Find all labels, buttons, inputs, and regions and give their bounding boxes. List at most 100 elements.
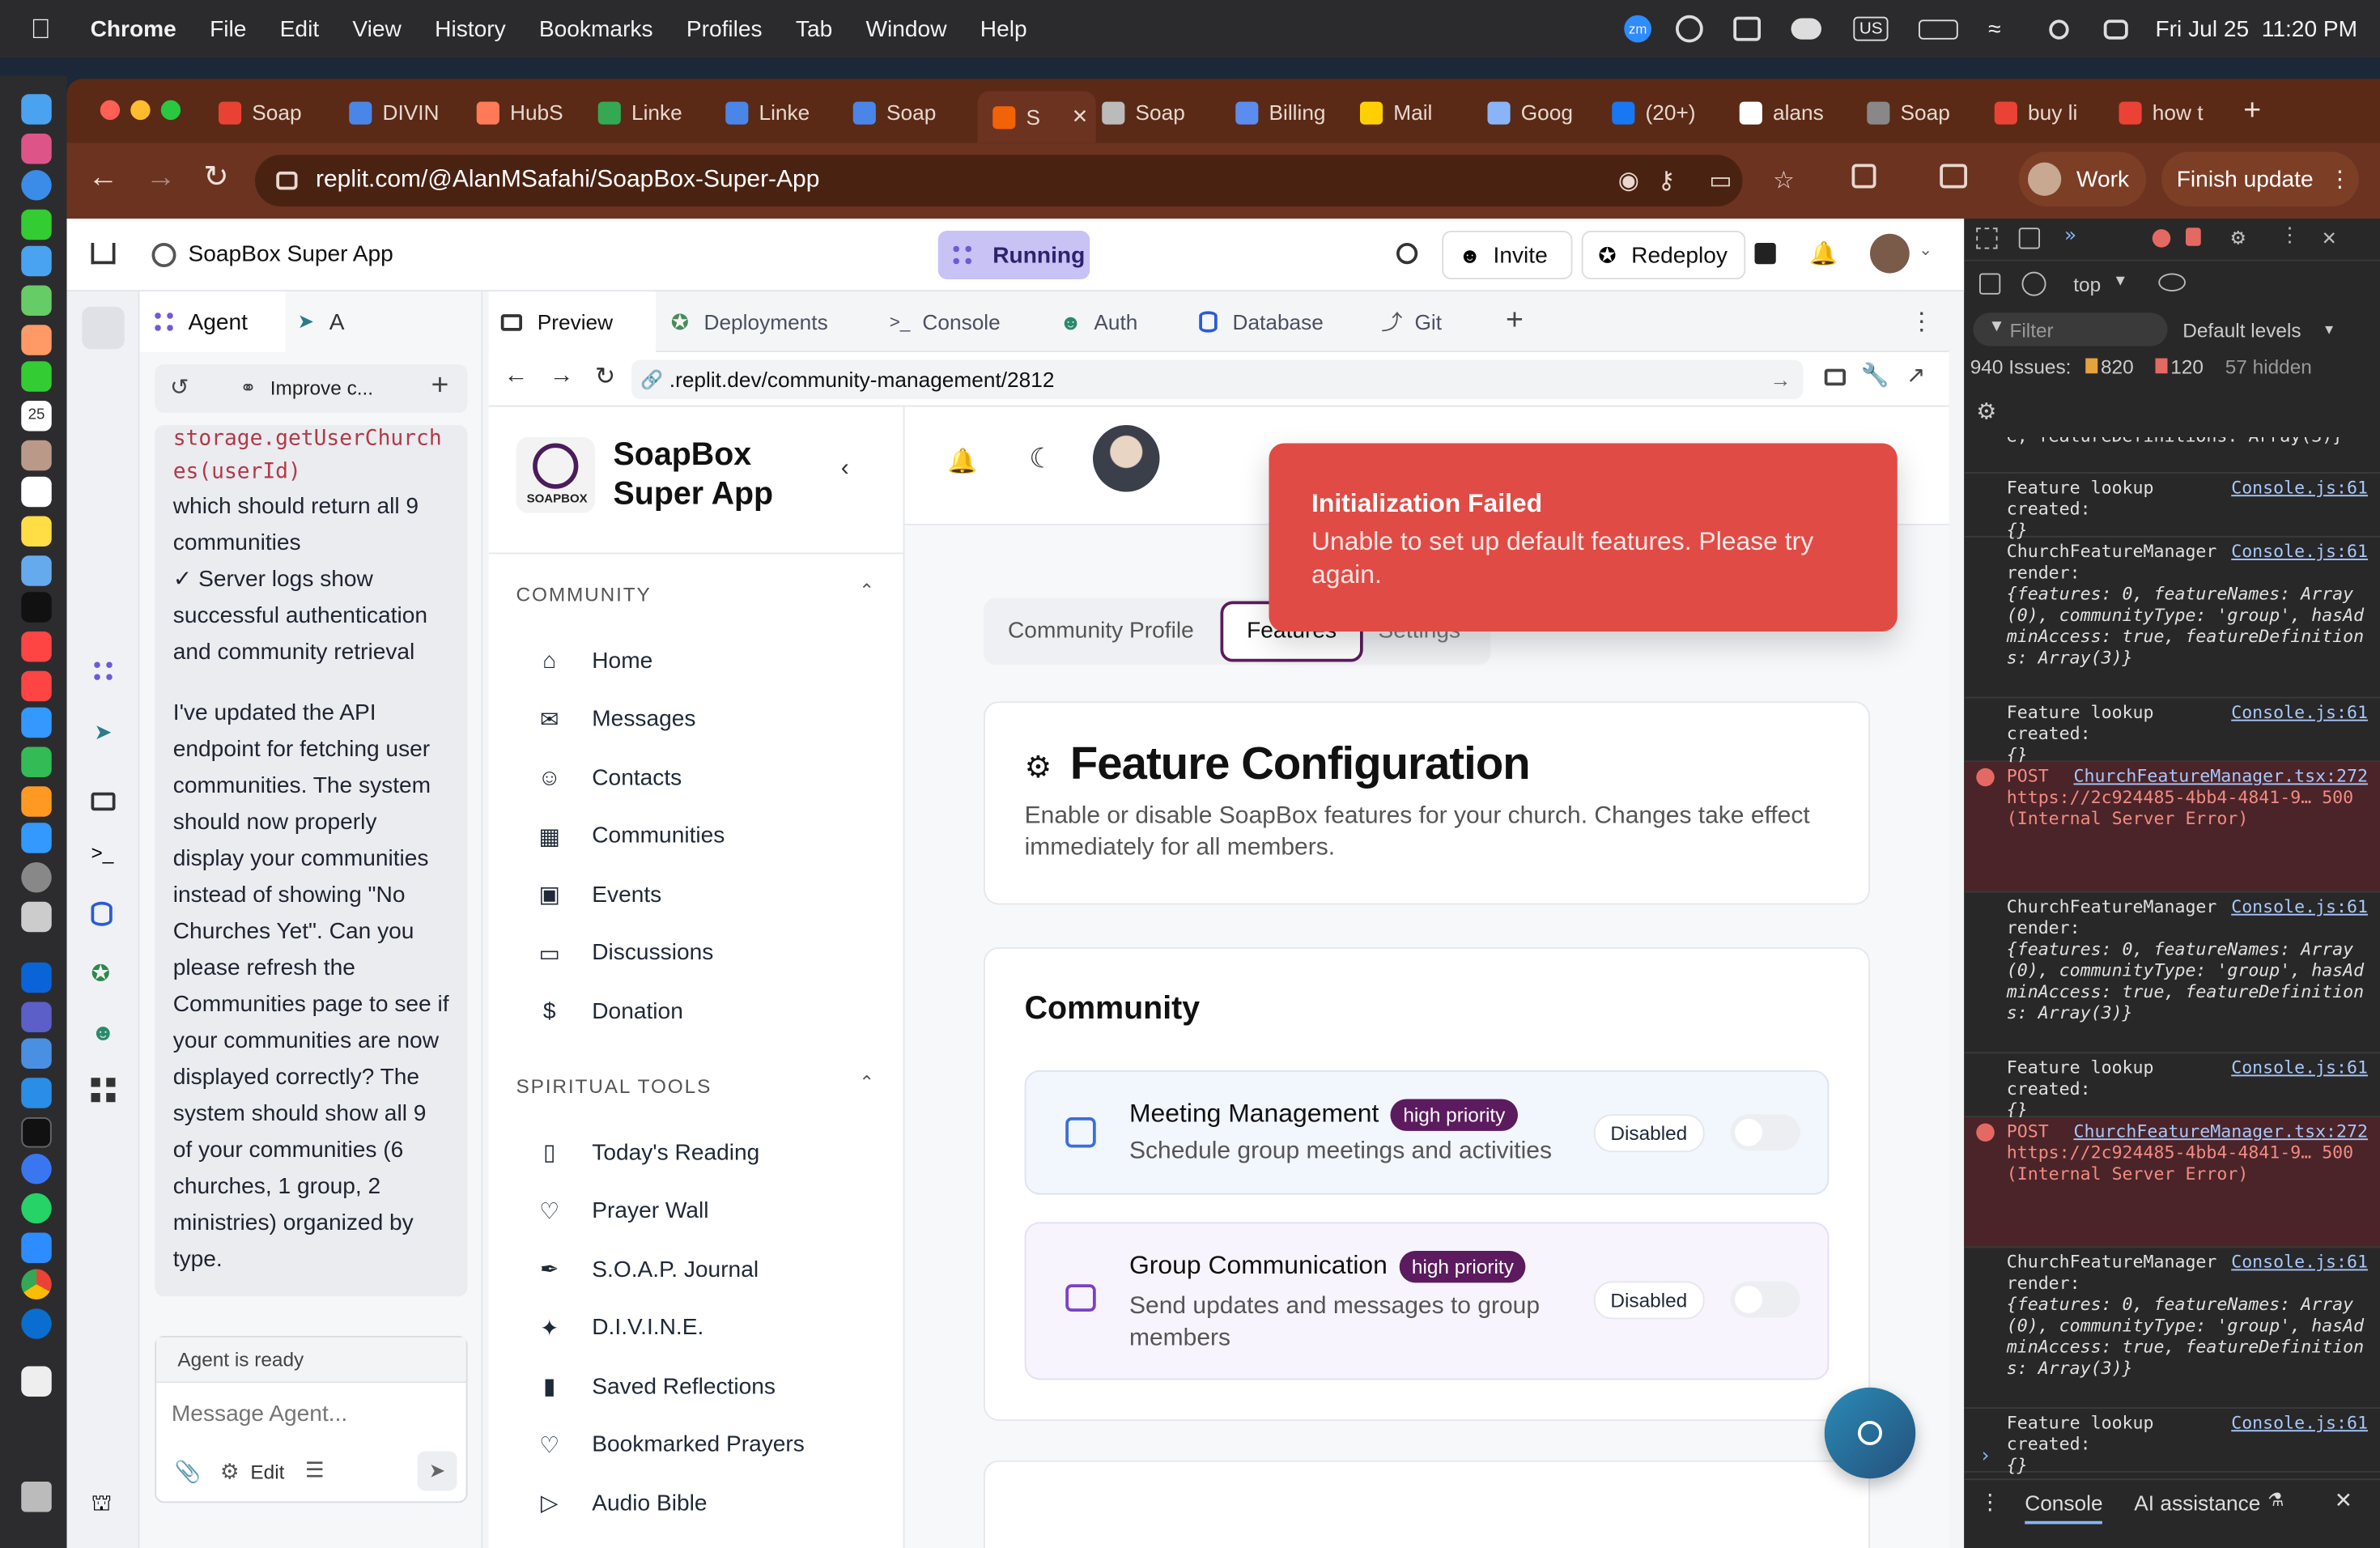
preview-reload-icon[interactable]: ↻ <box>595 361 615 392</box>
control-center-icon[interactable] <box>2103 19 2128 39</box>
console-tool-icon[interactable]: >_ <box>91 841 114 864</box>
keynote-icon[interactable] <box>21 707 52 738</box>
drawer-ai-tab[interactable]: AI assistance <box>2134 1491 2260 1515</box>
notes-icon[interactable] <box>21 516 52 546</box>
omnibox[interactable]: replit.com/@AlanMSafahi/SoapBox-Super-Ap… <box>255 155 1795 206</box>
news-icon[interactable] <box>21 670 52 702</box>
deployments-tool-icon[interactable]: ✪ <box>91 959 111 987</box>
new-thread-icon[interactable]: + <box>431 369 449 404</box>
log-object[interactable]: {} <box>2007 1454 2368 1475</box>
search-icon[interactable] <box>1396 243 1418 265</box>
console-log-entry[interactable]: Console.js:61 ChurchFeatureManager render… <box>1964 1248 2380 1409</box>
history-icon[interactable]: ↺ <box>170 373 189 401</box>
source-link[interactable]: ChurchFeatureManager.tsx:272 <box>2073 1121 2368 1142</box>
password-key-icon[interactable]: ⚷ <box>1658 165 1676 196</box>
reminders-icon[interactable] <box>21 476 52 508</box>
tab-preview[interactable]: Preview <box>488 291 656 352</box>
outlook-icon[interactable] <box>21 962 52 993</box>
menu-tab[interactable]: Tab <box>796 16 832 42</box>
apple-icon[interactable]:  <box>31 13 51 45</box>
warning-count-icon[interactable] <box>2186 228 2201 246</box>
devtools-wrench-icon[interactable]: 🔧 <box>1861 361 1889 389</box>
browser-tab[interactable]: HubS <box>476 91 593 134</box>
chevron-down-icon[interactable]: ⌄ <box>1919 240 1932 260</box>
browser-tab[interactable]: Linke <box>725 91 841 134</box>
signal-icon[interactable] <box>21 1154 52 1184</box>
sidebar-item[interactable]: ☺ Contacts <box>534 748 682 806</box>
keyboard-input-indicator[interactable]: US <box>1853 16 1889 41</box>
database-tool-icon[interactable] <box>91 901 113 926</box>
devtools-menu-icon[interactable]: ⋮ <box>2280 225 2299 248</box>
source-link[interactable]: Console.js:61 <box>2231 477 2368 498</box>
log-levels-chevron-icon[interactable]: ▼ <box>2323 322 2336 338</box>
menu-view[interactable]: View <box>352 16 401 42</box>
tv-icon[interactable] <box>21 592 52 623</box>
location-icon[interactable]: ◉ <box>1618 165 1639 196</box>
browser-tab[interactable]: Goog <box>1487 91 1604 134</box>
battery-icon[interactable] <box>1919 19 1958 39</box>
close-window-button[interactable] <box>100 100 121 121</box>
sidebar-item[interactable]: ▣ Events <box>534 865 661 923</box>
tab-git[interactable]: ⤴ Git <box>1381 291 1442 352</box>
browser-tab[interactable]: Soap <box>1867 91 1983 134</box>
tab-deployments[interactable]: ✪ Deployments <box>671 291 828 352</box>
section-community-chevron-icon[interactable]: ⌃ <box>859 580 874 601</box>
whatsapp-icon[interactable] <box>21 1193 52 1224</box>
redeploy-button[interactable]: ✪ Redeploy <box>1581 231 1746 279</box>
sidebar-item[interactable]: ▷ Audio Bible <box>534 1474 708 1532</box>
auth-tool-icon[interactable]: ☻ <box>91 1020 116 1046</box>
photos-icon[interactable] <box>21 325 52 355</box>
collapse-sidebar-icon[interactable]: ‹ <box>841 456 849 483</box>
teams-icon[interactable] <box>21 1002 52 1032</box>
open-new-tab-icon[interactable]: ↗ <box>1906 361 1926 389</box>
forward-icon[interactable]: → <box>146 161 176 196</box>
error-count-icon[interactable] <box>2152 229 2171 248</box>
maps-icon[interactable] <box>21 285 52 316</box>
browser-tab[interactable]: DIVIN <box>349 91 465 134</box>
sidebar-item[interactable]: ♡ Prayer Wall <box>534 1182 708 1240</box>
browser-tab[interactable]: (20+) <box>1612 91 1728 134</box>
browser-tab[interactable]: Soap <box>219 91 334 134</box>
attach-icon[interactable]: 📎 <box>175 1459 202 1485</box>
section-spiritual-chevron-icon[interactable]: ⌃ <box>859 1072 874 1093</box>
pages-icon[interactable] <box>21 786 52 817</box>
feature-toggle[interactable] <box>1730 1114 1800 1151</box>
status-app-icon[interactable] <box>1733 16 1761 41</box>
user-avatar[interactable] <box>1870 233 1910 274</box>
source-link[interactable]: Console.js:61 <box>2231 701 2368 722</box>
message-agent-input[interactable] <box>171 1392 454 1435</box>
xcode-icon[interactable] <box>21 1038 52 1069</box>
tab-database[interactable]: Database <box>1199 291 1324 352</box>
preview-url-field[interactable]: 🔗 .replit.dev /community-management/2812… <box>631 359 1804 400</box>
zoom-icon[interactable] <box>21 1232 52 1263</box>
browser-tab[interactable]: S ✕ <box>977 91 1096 143</box>
send-icon[interactable]: ➤ <box>417 1451 457 1491</box>
sidebar-item[interactable]: ⌂ Home <box>534 632 652 689</box>
console-log-entry[interactable]: Console.js:61 Feature lookup created:{} <box>1964 1409 2380 1476</box>
facetime-icon[interactable] <box>21 361 52 392</box>
pane-menu-icon[interactable]: ⋮ <box>1910 307 1934 338</box>
trash-icon[interactable] <box>21 1482 52 1512</box>
numbers-icon[interactable] <box>21 746 52 777</box>
browser-tab[interactable]: how t <box>2119 91 2235 134</box>
thread-title[interactable]: Improve c... <box>270 376 373 399</box>
live-expression-eye-icon[interactable] <box>2158 273 2186 291</box>
safari-icon[interactable] <box>21 170 52 201</box>
1password-icon[interactable] <box>21 1308 52 1339</box>
source-link[interactable]: Console.js:61 <box>2231 1251 2368 1272</box>
sidebar-item[interactable]: ✉ Messages <box>534 690 696 747</box>
sidebar-toggle-icon[interactable] <box>82 306 125 350</box>
new-window-icon[interactable] <box>1754 243 1776 265</box>
bookmark-star-icon[interactable]: ☆ <box>1773 165 1795 196</box>
back-icon[interactable]: ← <box>88 161 119 196</box>
devtools-close-icon[interactable]: ✕ <box>2323 223 2336 251</box>
sidebar-item[interactable]: ✒ S.O.A.P. Journal <box>534 1240 759 1298</box>
sidebar-item[interactable]: ✦ D.I.V.I.N.E. <box>534 1299 703 1356</box>
omnibox-url[interactable]: replit.com/@AlanMSafahi/SoapBox-Super-Ap… <box>316 167 819 194</box>
section-spiritual-tools[interactable]: SPIRITUAL TOOLS <box>516 1075 712 1098</box>
console-log-entry[interactable]: Console.js:61 Feature lookup created:{} <box>1964 699 2380 765</box>
browser-tab[interactable]: Soap <box>852 91 969 134</box>
tab-console[interactable]: >_ Console <box>890 291 1001 352</box>
log-object[interactable]: {features: 0, featureNames: Array(0), co… <box>2007 1294 2368 1379</box>
menu-bookmarks[interactable]: Bookmarks <box>539 16 653 42</box>
